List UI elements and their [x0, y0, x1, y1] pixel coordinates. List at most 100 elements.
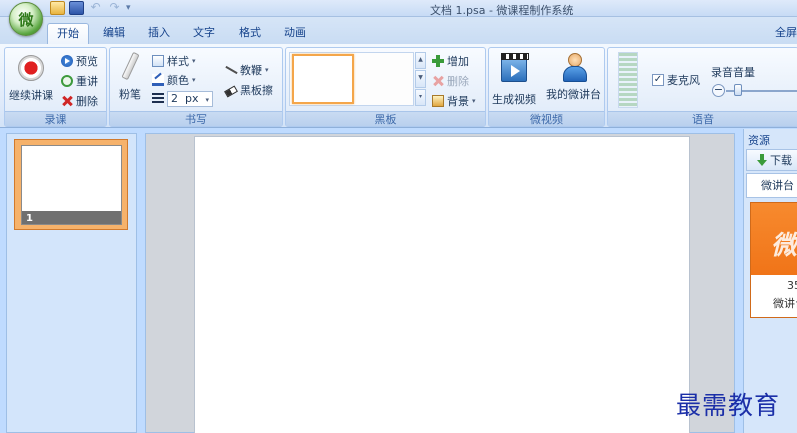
tab-format[interactable]: 格式 — [230, 23, 270, 44]
chalk-label: 粉笔 — [119, 88, 141, 101]
tab-text[interactable]: 文字 — [184, 23, 224, 44]
resource-card-logo: 微 — [771, 231, 797, 261]
rerecord-label: 重讲 — [76, 75, 98, 88]
style-icon — [152, 55, 164, 67]
slide-thumbnail[interactable]: 1 — [21, 145, 122, 225]
chevron-down-icon: ▾ — [205, 96, 209, 104]
my-stage-button[interactable]: 我的微讲台 — [546, 50, 601, 102]
color-dropdown[interactable]: 颜色 ▾ — [152, 72, 196, 88]
rerecord-icon — [61, 75, 73, 87]
open-folder-icon[interactable] — [50, 1, 65, 15]
volume-label-wrap: 录音音量 — [711, 64, 755, 80]
add-board-label: 增加 — [447, 55, 469, 68]
background-label: 背景 — [447, 95, 469, 108]
eraser-label: 黑板擦 — [240, 84, 273, 97]
chevron-down-icon: ▾ — [472, 97, 476, 105]
eraser-icon — [224, 85, 238, 98]
voice-group-label: 语音 — [608, 111, 797, 126]
volume-down-button[interactable]: − — [712, 84, 725, 97]
slide-number-bar: 1 — [22, 211, 121, 224]
background-dropdown[interactable]: 背景 ▾ — [432, 93, 476, 109]
gallery-expand[interactable]: ▾ — [415, 88, 426, 106]
pointer-dropdown[interactable]: 教鞭 ▾ — [225, 62, 269, 78]
delete-icon — [61, 95, 73, 107]
record-group-label: 录课 — [5, 111, 106, 126]
microphone-label: 麦克风 — [667, 74, 700, 87]
app-logo-text: 微 — [18, 10, 34, 29]
write-group: 粉笔 样式 ▾ 颜色 ▾ 2 px ▾ 教鞭 ▾ 黑板擦 书写 — [109, 47, 283, 127]
generate-video-button[interactable]: 生成视频 — [492, 50, 536, 107]
chalk-button[interactable]: 粉笔 — [118, 50, 142, 102]
resource-panel-title: 资源 — [748, 134, 770, 147]
style-dropdown[interactable]: 样式 ▾ — [152, 53, 196, 69]
tab-micro-stage[interactable]: 微讲台 — [746, 173, 797, 198]
background-icon — [432, 95, 444, 107]
chevron-down-icon: ▾ — [265, 66, 269, 74]
microphone-checkbox[interactable]: ✓ 麦克风 — [652, 72, 700, 88]
download-button[interactable]: 下载 — [746, 149, 797, 171]
blackboard-thumbnail[interactable] — [292, 54, 354, 104]
preview-button[interactable]: 预览 — [61, 53, 98, 69]
slide-number: 1 — [26, 213, 33, 224]
resource-card[interactable]: 微 35 微讲台 — [750, 202, 797, 318]
fullscreen-button[interactable]: 全屏 — [775, 24, 797, 40]
tab-animation[interactable]: 动画 — [275, 23, 315, 44]
gallery-scroll-up[interactable]: ▲ — [415, 52, 426, 70]
micro-video-group-label: 微视频 — [489, 111, 604, 126]
chevron-down-icon: ▾ — [192, 76, 196, 84]
quick-access-toolbar: ↶ ↷ ▾ — [50, 1, 131, 15]
undo-icon[interactable]: ↶ — [88, 1, 103, 15]
download-arrow-icon — [757, 154, 767, 166]
voice-group: ✓ 麦克风 录音音量 − 语音 — [607, 47, 797, 127]
continue-lecture-label: 继续讲课 — [9, 89, 53, 102]
line-width-select[interactable]: 2 px ▾ — [167, 91, 213, 107]
audio-level-meter — [618, 52, 638, 108]
rerecord-button[interactable]: 重讲 — [61, 73, 98, 89]
ribbon: 继续讲课 预览 重讲 删除 录课 粉笔 样式 ▾ 颜色 ▾ 2 px ▾ 教鞭 … — [0, 44, 797, 128]
canvas-area — [145, 133, 735, 433]
line-width-icon-wrap — [152, 93, 164, 103]
checkbox-icon: ✓ — [652, 74, 664, 86]
line-width-icon — [152, 93, 164, 103]
line-width-value: 2 — [171, 92, 178, 105]
delete-board-label: 删除 — [447, 75, 469, 88]
tab-edit[interactable]: 编辑 — [94, 23, 134, 44]
volume-slider-thumb[interactable] — [734, 84, 742, 96]
tab-insert[interactable]: 插入 — [139, 23, 179, 44]
play-icon — [61, 55, 73, 67]
delete-icon — [432, 75, 444, 87]
pen-color-icon — [152, 74, 164, 86]
resource-card-banner: 微 — [751, 203, 797, 275]
pointer-label: 教鞭 — [240, 64, 262, 77]
clapperboard-icon — [501, 53, 529, 82]
chalk-icon — [118, 52, 142, 82]
gallery-scroll-down[interactable]: ▼ — [415, 70, 426, 88]
blackboard-canvas[interactable] — [194, 136, 690, 433]
redo-icon[interactable]: ↷ — [107, 1, 122, 15]
add-board-button[interactable]: 增加 — [432, 53, 469, 69]
gallery-scrollbar: ▲ ▼ ▾ — [415, 52, 426, 106]
delete-recording-button[interactable]: 删除 — [61, 93, 98, 109]
slide-thumbnail-selected[interactable]: 1 — [14, 139, 128, 230]
tab-home[interactable]: 开始 — [47, 23, 89, 44]
add-icon — [432, 55, 444, 67]
app-menu-button[interactable]: 微 — [9, 2, 43, 36]
blackboard-gallery — [289, 52, 414, 106]
resource-card-name: 微讲台 — [773, 297, 797, 310]
generate-video-label: 生成视频 — [492, 93, 536, 106]
title-bar: ↶ ↷ ▾ 文档 1.psa - 微课程制作系统 — [0, 0, 797, 17]
pointer-stick-icon — [225, 64, 237, 76]
micro-video-group: 生成视频 我的微讲台 微视频 — [488, 47, 605, 127]
customize-quick-access-icon[interactable]: ▾ — [126, 1, 131, 15]
download-label: 下载 — [770, 154, 792, 167]
eraser-button[interactable]: 黑板擦 — [224, 82, 273, 98]
delete-board-button[interactable]: 删除 — [432, 73, 469, 89]
window-title: 文档 1.psa - 微课程制作系统 — [430, 4, 574, 17]
save-icon[interactable] — [69, 1, 84, 15]
volume-label: 录音音量 — [711, 66, 755, 79]
line-width-unit: px — [185, 92, 199, 105]
continue-lecture-button[interactable]: 继续讲课 — [9, 50, 53, 103]
ribbon-tabs: 开始 编辑 插入 文字 格式 动画 全屏 — [0, 17, 797, 44]
resource-card-count: 35 — [787, 279, 797, 292]
write-group-label: 书写 — [110, 111, 282, 126]
